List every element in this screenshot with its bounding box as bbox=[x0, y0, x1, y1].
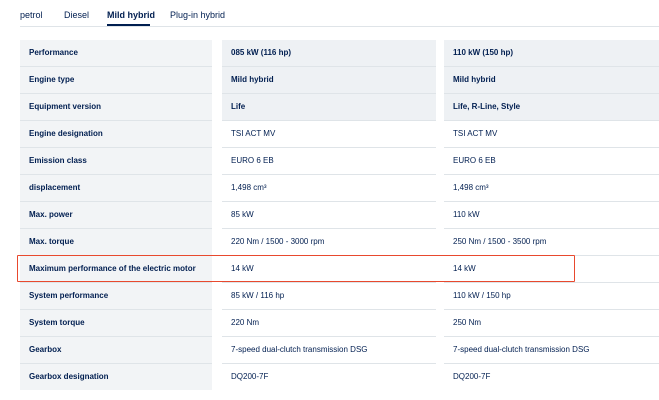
spec-value-variant-1: Mild hybrid bbox=[222, 67, 436, 93]
spec-row-max-power: Max. power 85 kW 110 kW bbox=[20, 202, 659, 229]
spec-value-variant-1: 85 kW bbox=[231, 210, 254, 219]
spec-label: Gearbox designation bbox=[20, 364, 212, 390]
spec-value-variant-2: EURO 6 EB bbox=[453, 156, 496, 165]
fuel-type-tabs: petrol Diesel Mild hybrid Plug-in hybrid bbox=[0, 0, 659, 27]
spec-label: Performance bbox=[20, 40, 212, 66]
spec-label: Engine type bbox=[20, 67, 212, 93]
spec-value-variant-1: 7-speed dual-clutch transmission DSG bbox=[231, 345, 368, 354]
spec-label: System torque bbox=[20, 310, 212, 336]
spec-label: Equipment version bbox=[20, 94, 212, 120]
spec-value-variant-2: 110 kW / 150 hp bbox=[453, 291, 511, 300]
spec-row-system-performance: System performance 85 kW / 116 hp 110 kW… bbox=[20, 283, 659, 310]
spec-value-variant-2: 110 kW (150 hp) bbox=[444, 40, 659, 66]
spec-value-variant-1: 220 Nm bbox=[231, 318, 260, 327]
spec-value-variant-2: Mild hybrid bbox=[444, 67, 659, 93]
spec-label: Emission class bbox=[20, 148, 212, 174]
spec-value-variant-2: 7-speed dual-clutch transmission DSG bbox=[453, 345, 590, 354]
spec-row-equipment-version: Equipment version Life Life, R-Line, Sty… bbox=[20, 94, 659, 121]
spec-value-variant-1: DQ200-7F bbox=[231, 372, 269, 381]
spec-value-variant-2: 1,498 cm³ bbox=[453, 183, 489, 192]
spec-row-gearbox-designation: Gearbox designation DQ200-7F DQ200-7F bbox=[20, 364, 659, 391]
spec-row-displacement: displacement 1,498 cm³ 1,498 cm³ bbox=[20, 175, 659, 202]
spec-row-engine-designation: Engine designation TSI ACT MV TSI ACT MV bbox=[20, 121, 659, 148]
highlight-box bbox=[17, 255, 575, 282]
spec-value-variant-1: 085 kW (116 hp) bbox=[222, 40, 436, 66]
spec-row-max-torque: Max. torque 220 Nm / 1500 - 3000 rpm 250… bbox=[20, 229, 659, 256]
spec-label: Max. torque bbox=[20, 229, 212, 255]
spec-label: Max. power bbox=[20, 202, 212, 228]
spec-value-variant-1: Life bbox=[222, 94, 436, 120]
spec-row-performance: Performance 085 kW (116 hp) 110 kW (150 … bbox=[20, 40, 659, 67]
spec-row-gearbox: Gearbox 7-speed dual-clutch transmission… bbox=[20, 337, 659, 364]
spec-row-emission-class: Emission class EURO 6 EB EURO 6 EB bbox=[20, 148, 659, 175]
spec-label: displacement bbox=[20, 175, 212, 201]
spec-value-variant-1: 220 Nm / 1500 - 3000 rpm bbox=[231, 237, 325, 246]
spec-value-variant-2: DQ200-7F bbox=[453, 372, 491, 381]
spec-value-variant-2: 250 Nm bbox=[453, 318, 482, 327]
tab-plug-in-hybrid[interactable]: Plug-in hybrid bbox=[170, 10, 225, 20]
spec-row-system-torque: System torque 220 Nm 250 Nm bbox=[20, 310, 659, 337]
spec-value-variant-1: TSI ACT MV bbox=[231, 129, 276, 138]
spec-value-variant-2: 250 Nm / 1500 - 3500 rpm bbox=[453, 237, 547, 246]
tab-petrol[interactable]: petrol bbox=[20, 10, 43, 20]
tab-diesel[interactable]: Diesel bbox=[64, 10, 89, 20]
spec-label: System performance bbox=[20, 283, 212, 309]
spec-value-variant-2: TSI ACT MV bbox=[453, 129, 498, 138]
tab-mild-hybrid[interactable]: Mild hybrid bbox=[107, 10, 155, 20]
spec-value-variant-1: 85 kW / 116 hp bbox=[231, 291, 285, 300]
spec-row-engine-type: Engine type Mild hybrid Mild hybrid bbox=[20, 67, 659, 94]
spec-label: Engine designation bbox=[20, 121, 212, 147]
spec-value-variant-2: Life, R-Line, Style bbox=[444, 94, 659, 120]
spec-value-variant-1: 1,498 cm³ bbox=[231, 183, 267, 192]
spec-value-variant-1: EURO 6 EB bbox=[231, 156, 274, 165]
spec-value-variant-2: 110 kW bbox=[453, 210, 480, 219]
spec-label: Gearbox bbox=[20, 337, 212, 363]
tabs-divider bbox=[20, 26, 659, 27]
